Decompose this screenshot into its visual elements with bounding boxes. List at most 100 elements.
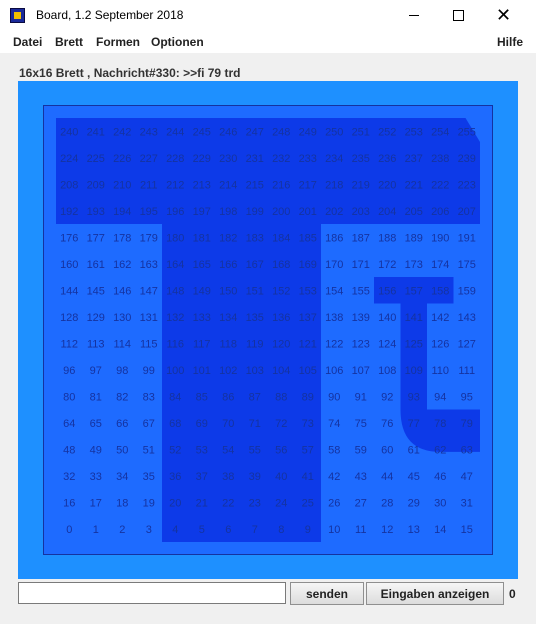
cell-number: 176 [60, 232, 78, 244]
cell-number: 45 [408, 471, 420, 483]
cell-number: 200 [272, 206, 290, 218]
cell-number: 61 [408, 444, 420, 456]
cell-number: 197 [193, 206, 211, 218]
cell-number: 22 [222, 497, 234, 509]
cell-number: 24 [275, 497, 287, 509]
cell-number: 119 [246, 338, 264, 350]
cell-number: 6 [225, 524, 231, 536]
cell-number: 255 [458, 126, 476, 138]
cell-number: 83 [143, 391, 155, 403]
cell-number: 248 [272, 126, 290, 138]
cell-number: 191 [458, 232, 476, 244]
cell-number: 228 [166, 153, 184, 165]
cell-number: 41 [302, 471, 314, 483]
cell-number: 39 [249, 471, 261, 483]
menu-bar: Datei Brett Formen Optionen Hilfe [0, 31, 536, 53]
cell-number: 178 [113, 232, 131, 244]
cell-number: 227 [140, 153, 158, 165]
title-bar: Board, 1.2 September 2018 ✕ [0, 0, 536, 31]
cell-number: 87 [249, 391, 261, 403]
cell-number: 8 [278, 524, 284, 536]
menu-brett[interactable]: Brett [55, 35, 83, 49]
cell-number: 208 [60, 179, 78, 191]
cell-number: 89 [302, 391, 314, 403]
cell-number: 93 [408, 391, 420, 403]
cell-number: 170 [325, 259, 343, 271]
cell-number: 43 [355, 471, 367, 483]
cell-number: 57 [302, 444, 314, 456]
cell-number: 198 [219, 206, 237, 218]
cell-number: 215 [246, 179, 264, 191]
cell-number: 68 [169, 418, 181, 430]
cell-number: 207 [458, 206, 476, 218]
cell-number: 55 [249, 444, 261, 456]
cell-number: 129 [87, 312, 105, 324]
cell-number: 56 [275, 444, 287, 456]
cell-number: 27 [355, 497, 367, 509]
cell-number: 136 [272, 312, 290, 324]
cell-number: 232 [272, 153, 290, 165]
cell-number: 35 [143, 471, 155, 483]
cell-number: 145 [87, 285, 105, 297]
cell-number: 10 [328, 524, 340, 536]
left-stem-shape [162, 224, 215, 542]
menu-formen[interactable]: Formen [96, 35, 140, 49]
cell-number: 98 [116, 365, 128, 377]
cell-number: 126 [431, 338, 449, 350]
cell-number: 79 [461, 418, 473, 430]
cell-number: 96 [63, 365, 75, 377]
cell-number: 231 [246, 153, 264, 165]
cell-number: 94 [434, 391, 446, 403]
cell-number: 159 [458, 285, 476, 297]
cell-number: 103 [246, 365, 264, 377]
cell-number: 175 [458, 259, 476, 271]
cell-number: 19 [143, 497, 155, 509]
cell-number: 245 [193, 126, 211, 138]
cell-number: 212 [166, 179, 184, 191]
menu-optionen[interactable]: Optionen [151, 35, 204, 49]
cell-number: 52 [169, 444, 181, 456]
cell-number: 173 [405, 259, 423, 271]
cell-number: 29 [408, 497, 420, 509]
cell-number: 3 [146, 524, 152, 536]
cell-number: 78 [434, 418, 446, 430]
board-grid[interactable]: 0 1 2 3 4 5 6 7 8 9 10 11 12 13 14 15 16 17 18 19 20 21 22 23 24… [43, 105, 493, 555]
close-button[interactable]: ✕ [481, 0, 526, 31]
cell-number: 20 [169, 497, 181, 509]
cell-number: 77 [408, 418, 420, 430]
cell-number: 142 [431, 312, 449, 324]
cell-number: 216 [272, 179, 290, 191]
cell-number: 69 [196, 418, 208, 430]
cell-number: 143 [458, 312, 476, 324]
cell-number: 84 [169, 391, 181, 403]
show-inputs-button[interactable]: Eingaben anzeigen [366, 582, 504, 605]
cell-number: 241 [87, 126, 105, 138]
cell-number: 92 [381, 391, 393, 403]
menu-hilfe[interactable]: Hilfe [497, 35, 523, 49]
cell-number: 184 [272, 232, 290, 244]
menu-datei[interactable]: Datei [13, 35, 42, 49]
cell-number: 2 [119, 524, 125, 536]
cell-number: 186 [325, 232, 343, 244]
cell-number: 21 [196, 497, 208, 509]
cell-number: 67 [143, 418, 155, 430]
cell-number: 183 [246, 232, 264, 244]
cell-number: 34 [116, 471, 128, 483]
cell-number: 36 [169, 471, 181, 483]
minimize-button[interactable] [391, 0, 436, 31]
cell-number: 5 [199, 524, 205, 536]
maximize-button[interactable] [436, 0, 481, 31]
cell-number: 214 [219, 179, 237, 191]
cell-number: 152 [272, 285, 290, 297]
cell-number: 127 [458, 338, 476, 350]
cell-number: 206 [431, 206, 449, 218]
cell-number: 101 [193, 365, 211, 377]
cell-number: 139 [352, 312, 370, 324]
cell-number: 156 [378, 285, 396, 297]
cell-number: 47 [461, 471, 473, 483]
send-button[interactable]: senden [290, 582, 364, 605]
message-input[interactable] [18, 582, 286, 604]
cell-number: 122 [325, 338, 343, 350]
cell-number: 148 [166, 285, 184, 297]
cell-number: 160 [60, 259, 78, 271]
